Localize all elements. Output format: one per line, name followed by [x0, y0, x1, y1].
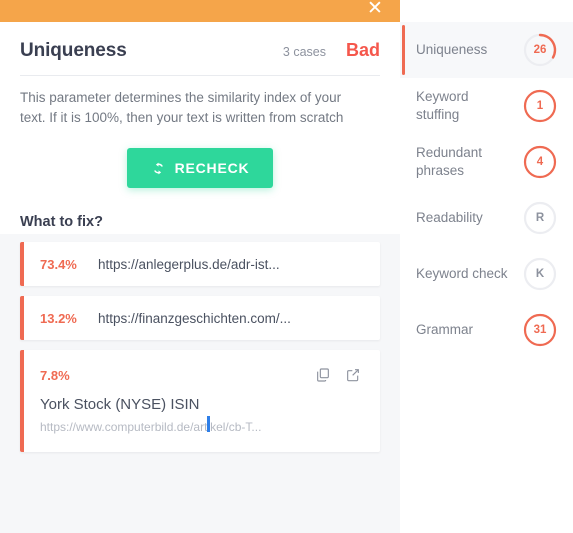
badge-value: 4 — [536, 156, 544, 168]
copy-icon[interactable] — [312, 364, 334, 386]
badge-value: 31 — [533, 324, 547, 336]
badge-value: K — [535, 268, 545, 280]
status-badge-keyword-check: K — [523, 257, 557, 291]
sidebar-item-label: Readability — [416, 210, 483, 225]
results-list: 73.4% https://anlegerplus.de/adr-ist... … — [0, 234, 400, 476]
result-source-title: York Stock (NYSE) ISIN — [40, 396, 200, 413]
sidebar-item-readability[interactable]: Readability R — [400, 190, 573, 246]
sidebar-item-label: Uniqueness — [416, 42, 488, 57]
sidebar-item-redundant-phrases[interactable]: Redundant phrases 4 — [400, 134, 573, 190]
status-badge-uniqueness: 26 — [523, 33, 557, 67]
result-source-url-text: https://www.computerbild.de/artikel/cb-T… — [40, 420, 262, 434]
panel-header-row: Uniqueness 3 cases Bad — [20, 22, 380, 75]
status-badge: Bad — [345, 40, 380, 60]
sidebar-item-uniqueness[interactable]: Uniqueness 26 — [400, 22, 573, 78]
refresh-icon — [151, 161, 166, 176]
parameter-description: This parameter determines the similarity… — [20, 90, 344, 125]
result-percent: 7.8% — [40, 367, 70, 383]
uniqueness-checker-panel: ✕ Uniqueness 3 cases Bad This parameter … — [0, 0, 573, 533]
result-card[interactable]: 13.2% https://finanzgeschichten.com/... — [20, 296, 380, 340]
recheck-button-label: RECHECK — [174, 160, 250, 176]
result-card[interactable]: 73.4% https://anlegerplus.de/adr-ist... — [20, 242, 380, 286]
sidebar-item-label: Keyword check — [416, 266, 508, 281]
left-detail-panel: ✕ Uniqueness 3 cases Bad This parameter … — [0, 0, 400, 533]
sidebar-item-label: Redundant phrases — [416, 145, 483, 178]
result-url[interactable]: https://anlegerplus.de/adr-ist... — [98, 257, 280, 272]
result-url[interactable]: https://finanzgeschichten.com/... — [98, 311, 291, 326]
what-to-fix-heading: What to fix? — [20, 214, 103, 230]
badge-value: R — [535, 212, 545, 224]
external-link-icon[interactable] — [342, 364, 364, 386]
badge-value: 1 — [536, 100, 544, 112]
result-card-top-row: 7.8% — [40, 364, 364, 386]
status-badge-readability: R — [523, 201, 557, 235]
status-badge-keyword-stuffing: 1 — [523, 89, 557, 123]
badge-value: 26 — [533, 44, 547, 56]
panel-topbar: ✕ — [0, 0, 400, 22]
sidebar-item-keyword-stuffing[interactable]: Keyword stuffing 1 — [400, 78, 573, 134]
sidebar-item-label: Keyword stuffing — [416, 89, 469, 122]
recheck-button-wrap: RECHECK — [20, 128, 380, 196]
result-percent: 13.2% — [40, 310, 77, 326]
close-icon[interactable]: ✕ — [364, 0, 386, 20]
panel-body: Uniqueness 3 cases Bad This parameter de… — [0, 22, 400, 234]
cases-count: 3 cases — [282, 45, 326, 59]
page-title: Uniqueness — [20, 40, 127, 61]
metrics-sidebar: Uniqueness 26 Keyword stuffing 1 Redunda… — [400, 0, 573, 533]
sidebar-item-grammar[interactable]: Grammar 31 — [400, 302, 573, 358]
text-cursor — [207, 416, 210, 432]
result-percent: 73.4% — [40, 256, 77, 272]
result-source-url[interactable]: https://www.computerbild.de/artikel/cb-T… — [40, 413, 364, 434]
sidebar-item-keyword-check[interactable]: Keyword check K — [400, 246, 573, 302]
status-badge-redundant-phrases: 4 — [523, 145, 557, 179]
result-card-expanded[interactable]: 7.8% York Stock (NYSE) ISIN https://www.… — [20, 350, 380, 452]
status-badge-grammar: 31 — [523, 313, 557, 347]
sidebar-item-label: Grammar — [416, 322, 473, 337]
recheck-button[interactable]: RECHECK — [126, 148, 274, 188]
